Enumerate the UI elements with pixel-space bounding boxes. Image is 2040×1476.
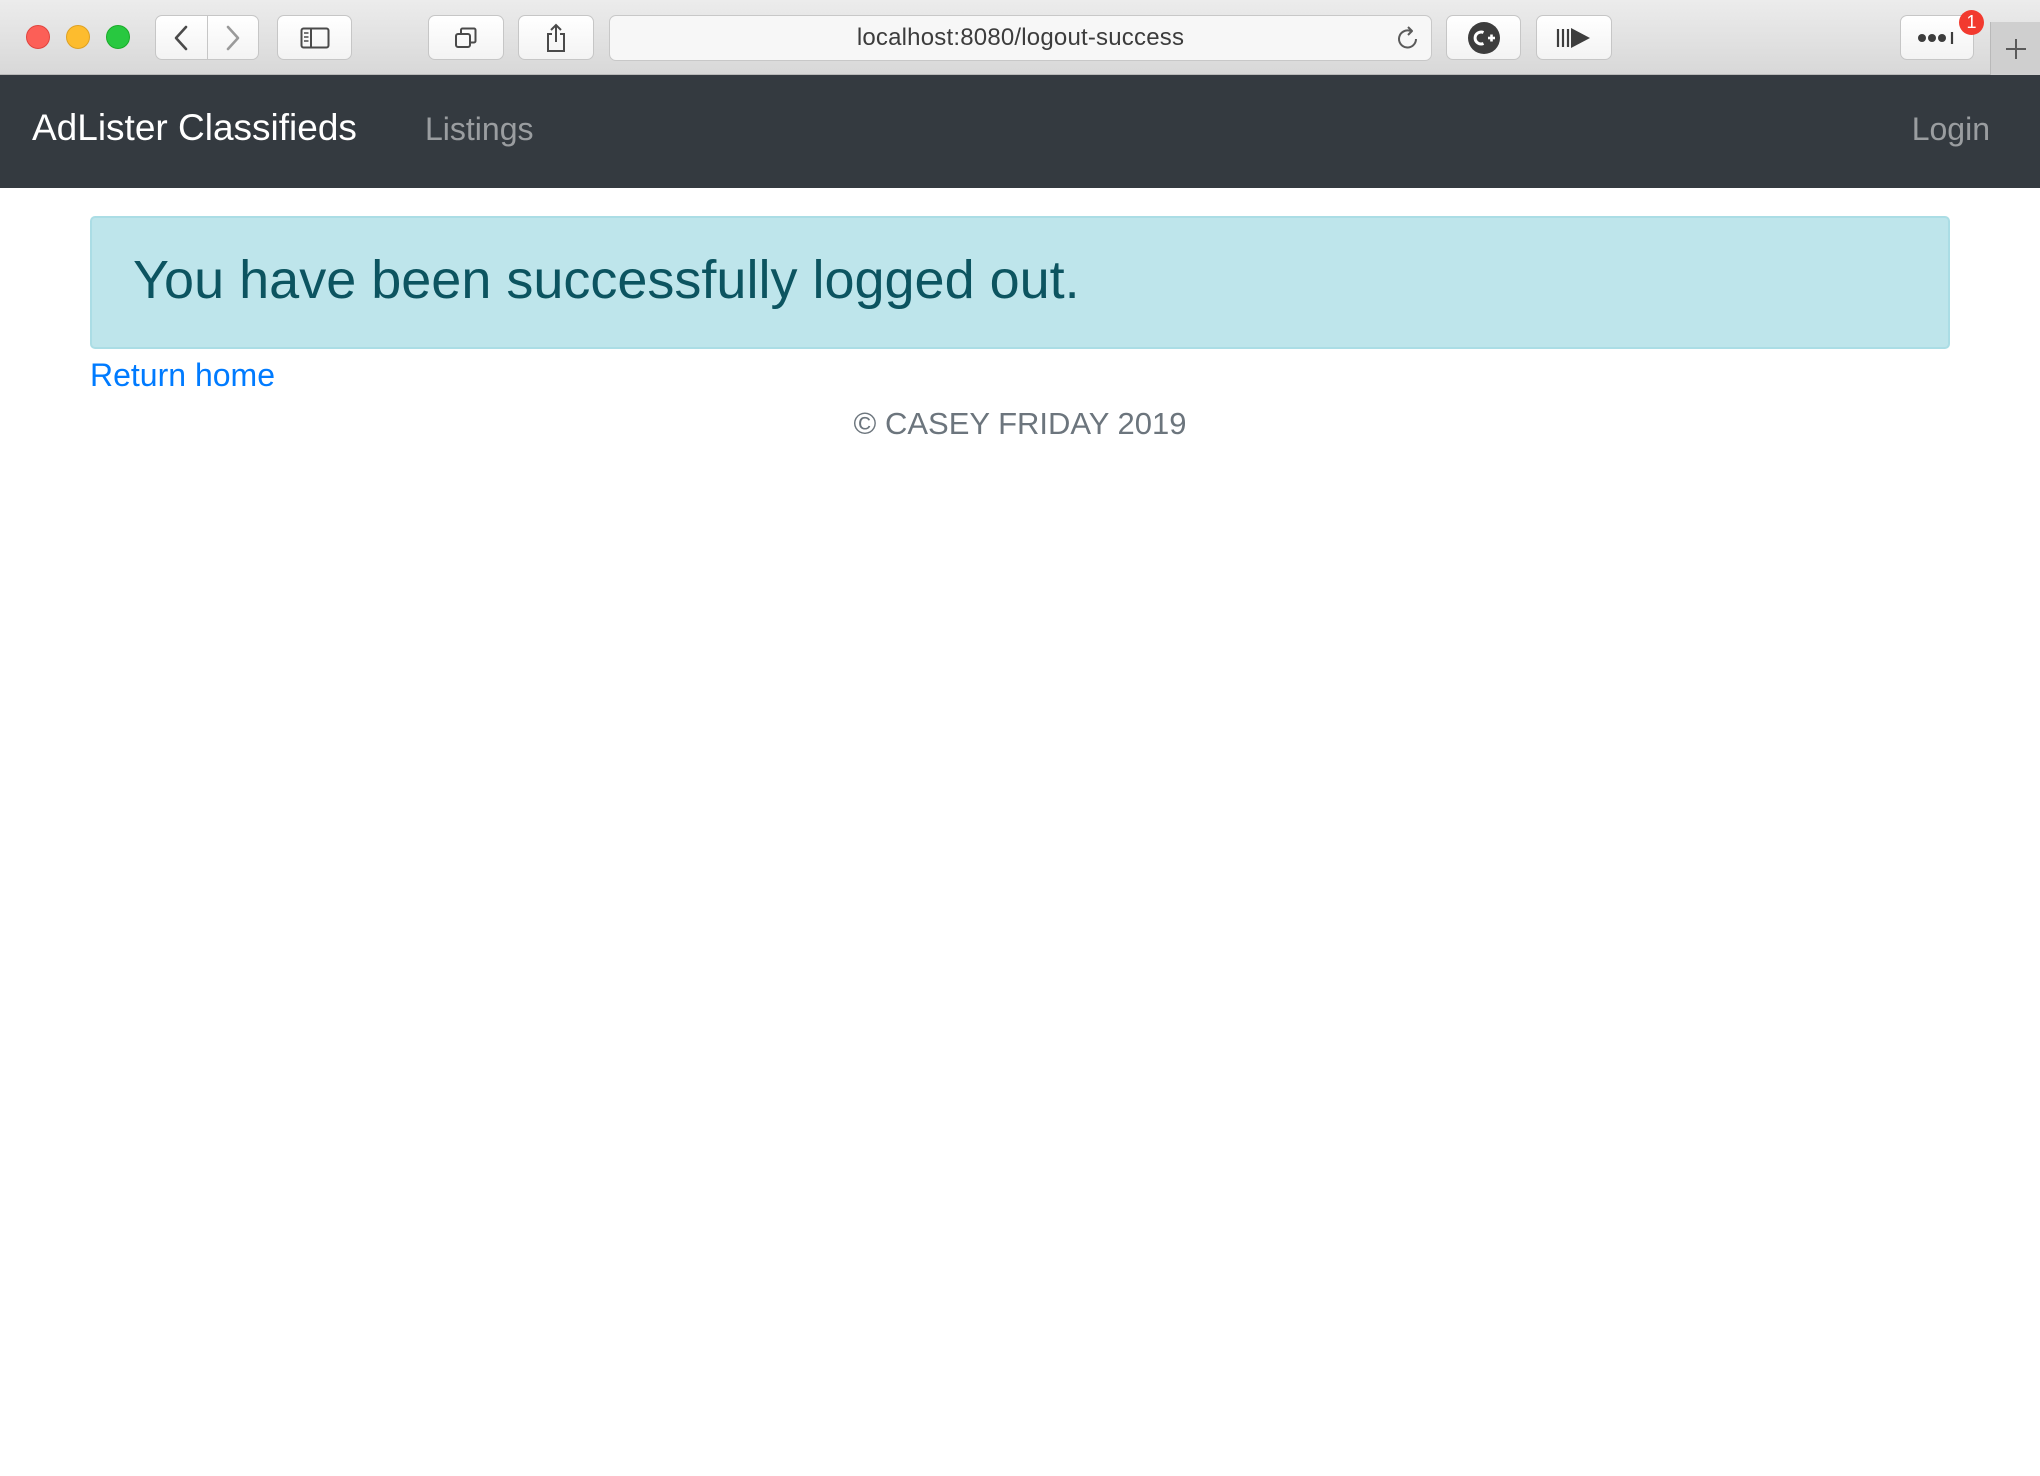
page-footer: © CASEY FRIDAY 2019 [853,406,1187,441]
logout-message: You have been successfully logged out. [133,250,1080,310]
logout-alert: You have been successfully logged out. [90,216,1950,349]
reader-button[interactable] [1536,15,1612,60]
minimize-window-button[interactable] [66,25,90,49]
chevron-right-icon [226,25,240,50]
forward-button[interactable] [206,16,259,59]
reader-play-icon [1556,27,1590,48]
navbar-brand[interactable]: AdLister Classifieds [32,109,357,146]
return-home-link[interactable]: Return home [90,356,275,394]
url-text: localhost:8080/logout-success [856,24,1185,51]
nav-login-link[interactable]: Login [1912,113,1990,145]
browser-toolbar: localhost:8080/logout-success 1 [0,0,2040,75]
zoom-window-button[interactable] [106,25,130,49]
more-icon [1918,31,1954,44]
extension-button[interactable] [1446,15,1521,60]
tab-overview-icon [455,27,477,48]
chevron-left-icon [174,25,188,50]
nav-listings-link[interactable]: Listings [425,113,534,145]
sidebar-icon [300,27,329,48]
browser-window: localhost:8080/logout-success 1 AdLister… [0,0,2040,1476]
plus-icon [2005,38,2026,59]
notification-badge: 1 [1959,10,1984,35]
close-window-button[interactable] [26,25,50,49]
share-icon [547,23,565,52]
new-tab-button[interactable] [1990,22,2040,75]
address-bar[interactable]: localhost:8080/logout-success [609,15,1432,61]
reload-button[interactable] [1395,25,1421,58]
back-button[interactable] [156,16,207,59]
share-button[interactable] [518,15,594,60]
reload-icon [1398,26,1417,49]
site-navbar: AdLister Classifieds Listings Login [0,75,2040,188]
c-plus-extension-icon [1467,21,1500,54]
sidebar-button[interactable] [277,15,352,60]
tab-overview-button[interactable] [428,15,504,60]
history-nav-group [155,15,259,60]
